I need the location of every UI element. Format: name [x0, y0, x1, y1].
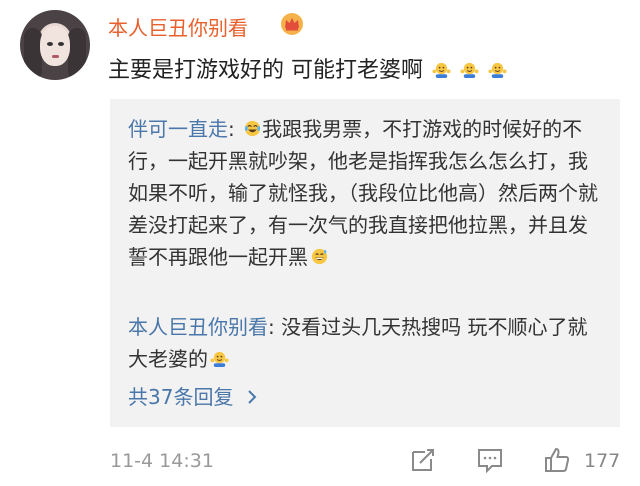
shrug-emoji-icon: [488, 62, 507, 79]
reply-item[interactable]: 伴可一直走: 我跟我男票，不打游戏的时候好的不行，一起开黑就吵架，他老是指挥我怎…: [128, 113, 598, 273]
shrug-emoji-icon: [432, 62, 451, 79]
reply-item[interactable]: 本人巨丑你别看: 没看过头几天热搜吗 玩不顺心了就大老婆的: [128, 311, 598, 375]
avatar[interactable]: [20, 10, 90, 80]
replies-panel: 伴可一直走: 我跟我男票，不打游戏的时候好的不行，一起开黑就吵架，他老是指挥我怎…: [110, 99, 620, 427]
comment-username[interactable]: 本人巨丑你别看: [108, 12, 248, 41]
avatar-hair-right: [68, 28, 86, 80]
grinning-sweat-icon: [311, 248, 328, 265]
avatar-eye-right: [58, 42, 64, 46]
reply-username[interactable]: 本人巨丑你别看: [128, 315, 268, 339]
avatar-eye-left: [47, 42, 53, 46]
shrug-emoji-icon: [210, 351, 229, 368]
share-icon[interactable]: [408, 445, 438, 475]
reply-username[interactable]: 伴可一直走: [128, 117, 228, 141]
comment-text: 主要是打游戏好的 可能打老婆啊: [108, 52, 507, 84]
reply-separator: :: [228, 117, 235, 141]
like-icon[interactable]: [542, 445, 572, 475]
view-all-replies-link[interactable]: 共37条回复: [128, 381, 258, 410]
tears-of-joy-icon: [245, 120, 261, 137]
chevron-right-icon: [248, 390, 257, 404]
comment-timestamp: 11-4 14:31: [110, 450, 214, 472]
comment-text-body: 主要是打游戏好的 可能打老婆啊: [108, 58, 423, 83]
crown-icon: [281, 13, 303, 35]
avatar-lips: [52, 55, 59, 58]
reply-separator: :: [268, 315, 275, 339]
avatar-face: [40, 26, 70, 66]
total-replies-label[interactable]: 共37条回复: [128, 385, 233, 409]
shrug-emoji-icon: [460, 62, 479, 79]
avatar-hair-left: [24, 28, 42, 80]
comment-icon[interactable]: [475, 445, 505, 475]
like-count: 177: [584, 450, 621, 472]
